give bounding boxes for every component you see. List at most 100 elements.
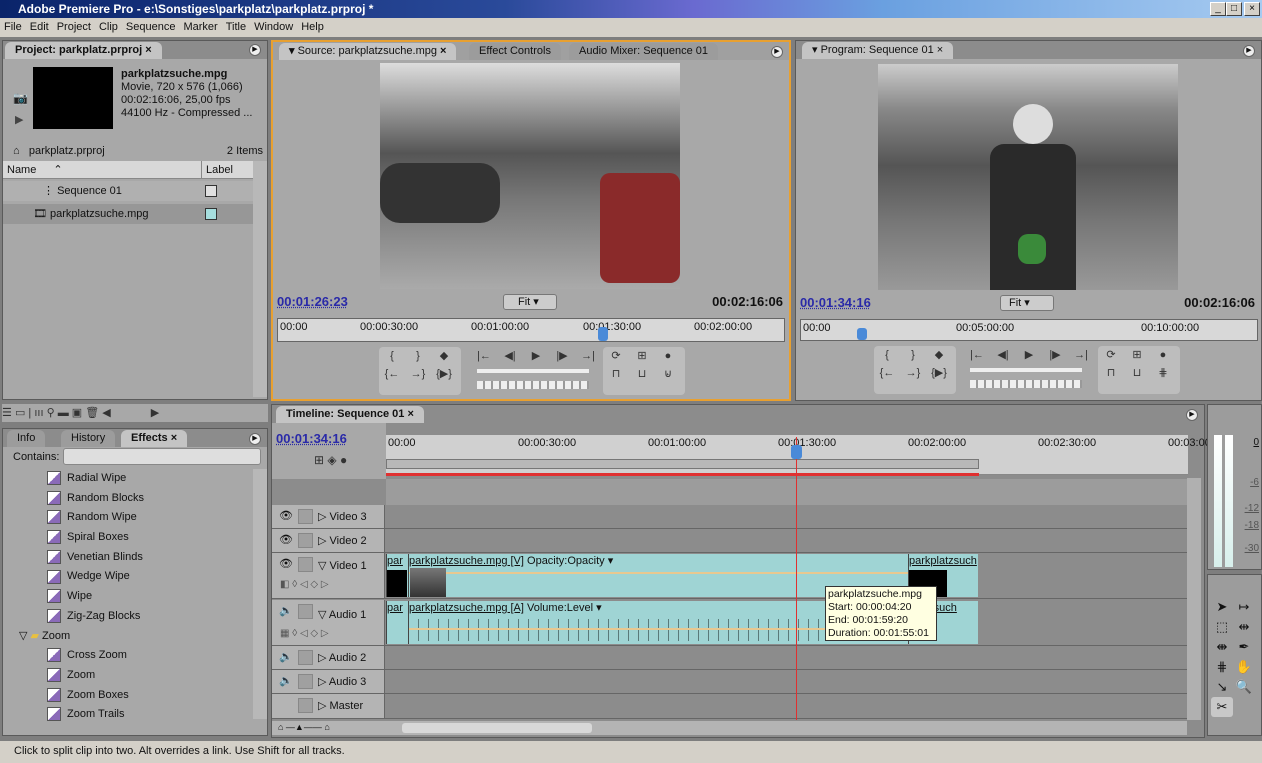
fit-dropdown[interactable]: Fit ▾ — [503, 294, 557, 310]
lift-button[interactable]: ⊓ — [1098, 364, 1124, 382]
set-out-button[interactable]: } — [900, 346, 926, 364]
keyframe-nav-icon[interactable]: ▦ ◊ ◁ ◇ ▷ — [280, 628, 329, 639]
play-in-out-button[interactable]: {▶} — [926, 364, 952, 382]
jog-wheel[interactable] — [970, 380, 1082, 388]
program-playhead[interactable] — [857, 328, 867, 340]
shuttle-slider[interactable] — [477, 369, 589, 373]
play-icon[interactable]: ▶ — [15, 113, 23, 126]
track-name[interactable]: ▷ Audio 2 — [318, 651, 366, 664]
project-scrollbar[interactable] — [253, 161, 267, 397]
fit-dropdown[interactable]: Fit ▾ — [1000, 295, 1054, 311]
project-item[interactable]: ⋮ Sequence 01 — [3, 181, 253, 201]
eye-icon[interactable]: 👁 — [278, 533, 294, 547]
delete-icon[interactable]: 🗑 — [85, 407, 99, 419]
find-icon[interactable]: ⚲ — [47, 407, 55, 419]
effect-item[interactable]: Zig-Zag Blocks — [3, 607, 253, 627]
work-area-bar[interactable] — [386, 459, 979, 469]
effect-item[interactable]: Cross Zoom — [3, 646, 253, 666]
zoom-slider[interactable]: ⌂ —▲—— ⌂ — [278, 722, 330, 732]
play-button[interactable]: ▶ — [523, 347, 549, 365]
source-timecode[interactable]: 00:01:26:23 — [277, 294, 348, 309]
menu-file[interactable]: File — [4, 21, 22, 33]
effect-item[interactable]: Zoom Boxes — [3, 686, 253, 706]
tab-effects[interactable]: Effects × — [121, 430, 188, 447]
track-name[interactable]: ▷ Video 2 — [318, 534, 367, 547]
menu-title[interactable]: Title — [226, 21, 246, 33]
lock-toggle[interactable] — [298, 509, 313, 524]
volume-dropdown[interactable]: Volume:Level ▾ — [527, 602, 602, 614]
effect-item[interactable]: Venetian Blinds — [3, 548, 253, 568]
speaker-icon[interactable]: 🔈 — [278, 604, 294, 618]
toggle-take-button[interactable]: ⊌ — [655, 365, 681, 383]
scroll-right[interactable]: ▶ — [151, 407, 159, 419]
set-marker-button[interactable]: ◆ — [926, 346, 952, 364]
timeline-ruler[interactable]: 00:00 00:00:30:00 00:01:00:00 00:01:30:00 00… — [386, 435, 1226, 475]
contains-input[interactable] — [63, 448, 261, 465]
track-select-tool-icon[interactable]: ↦ — [1233, 597, 1255, 617]
menu-window[interactable]: Window — [254, 21, 293, 33]
program-timecode[interactable]: 00:01:34:16 — [800, 295, 871, 310]
ripple-edit-tool-icon[interactable]: ⬚ — [1211, 617, 1233, 637]
video-clip-head[interactable]: par — [386, 554, 408, 597]
hand-tool-icon[interactable]: ✋ — [1233, 657, 1255, 677]
prev-edit-button[interactable]: |← — [964, 346, 990, 364]
track-name[interactable]: ▽ Video 1 — [318, 559, 367, 572]
set-in-button[interactable]: { — [874, 346, 900, 364]
step-forward-button[interactable]: |▶ — [549, 347, 575, 365]
snap-icon[interactable]: ⊞ — [314, 453, 324, 467]
eye-icon[interactable]: 👁 — [278, 557, 294, 571]
goto-in-button[interactable]: {← — [379, 365, 405, 383]
tab-program[interactable]: ▾ Program: Sequence 01 × — [802, 42, 954, 59]
marker-icon[interactable]: ◈ — [327, 453, 336, 467]
new-item-icon[interactable]: ▣ — [72, 407, 82, 419]
effect-item[interactable]: Random Blocks — [3, 489, 253, 509]
lock-toggle[interactable] — [298, 674, 313, 689]
scroll-thumb[interactable] — [402, 723, 592, 733]
razor-tool-icon[interactable]: ✂ — [1211, 697, 1233, 717]
goto-in-button[interactable]: {← — [874, 364, 900, 382]
menu-marker[interactable]: Marker — [183, 21, 217, 33]
tab-effect-controls[interactable]: Effect Controls — [469, 43, 561, 60]
extract-button[interactable]: ⊔ — [1124, 364, 1150, 382]
menu-project[interactable]: Project — [57, 21, 91, 33]
minimize-button[interactable]: _ — [1210, 2, 1226, 16]
track-name[interactable]: ▷ Audio 3 — [318, 675, 366, 688]
goto-out-button[interactable]: →} — [900, 364, 926, 382]
play-button[interactable]: ▶ — [1016, 346, 1042, 364]
track-name[interactable]: ▷ Master — [318, 699, 363, 712]
slide-tool-icon[interactable]: ↘ — [1211, 677, 1233, 697]
tab-timeline[interactable]: Timeline: Sequence 01 × — [276, 406, 424, 423]
panel-menu-button[interactable]: ▶ — [771, 46, 783, 58]
program-time-ruler[interactable]: 00:00 00:05:00:00 00:10:00:00 — [800, 319, 1258, 341]
effect-item[interactable]: Zoom — [3, 666, 253, 686]
panel-menu-button[interactable]: ▶ — [1186, 409, 1198, 421]
effect-item[interactable]: Wipe — [3, 587, 253, 607]
camera-icon[interactable]: 📷 — [13, 91, 28, 105]
playhead-line[interactable] — [796, 437, 797, 720]
scroll-left[interactable]: ◀ — [102, 407, 110, 419]
lock-toggle[interactable] — [298, 604, 313, 619]
speaker-icon[interactable]: 🔈 — [278, 674, 294, 688]
shuttle-slider[interactable] — [970, 368, 1082, 372]
column-name[interactable]: Name — [7, 164, 36, 176]
timeline-timecode[interactable]: 00:01:34:16 — [276, 431, 347, 446]
keyframe-icon[interactable]: ● — [340, 453, 347, 467]
lock-toggle[interactable] — [298, 533, 313, 548]
menu-edit[interactable]: Edit — [30, 21, 49, 33]
set-in-button[interactable]: { — [379, 347, 405, 365]
trim-button[interactable]: ⋕ — [1150, 364, 1176, 382]
tab-history[interactable]: History — [61, 430, 116, 447]
prev-marker-button[interactable]: |← — [471, 347, 497, 365]
output-button[interactable]: ● — [655, 347, 681, 365]
tab-info[interactable]: Info — [7, 430, 46, 447]
rolling-edit-tool-icon[interactable]: ⇹ — [1233, 617, 1255, 637]
effect-item[interactable]: Wedge Wipe — [3, 567, 253, 587]
tab-project[interactable]: Project: parkplatz.prproj × — [5, 42, 162, 59]
effect-item[interactable]: Zoom Trails — [3, 705, 253, 725]
track-name[interactable]: ▽ Audio 1 — [318, 608, 366, 621]
maximize-button[interactable]: □ — [1226, 2, 1242, 16]
tab-source[interactable]: ▾ Source: parkplatzsuche.mpg × — [279, 43, 457, 60]
timeline-zoom-scrollbar[interactable]: ⌂ —▲—— ⌂ — [272, 721, 1187, 735]
insert-button[interactable]: ⊓ — [603, 365, 629, 383]
effect-item[interactable]: Radial Wipe — [3, 469, 253, 489]
